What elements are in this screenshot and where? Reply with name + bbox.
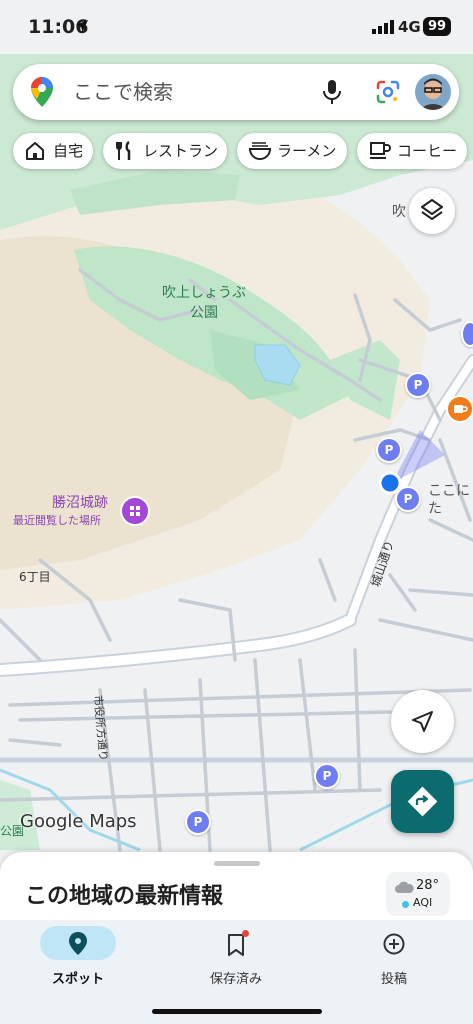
layers-button[interactable] bbox=[409, 188, 455, 234]
home-indicator bbox=[152, 1009, 322, 1014]
google-lens-icon[interactable] bbox=[375, 79, 401, 105]
directions-icon bbox=[407, 786, 438, 817]
coffee-icon bbox=[370, 142, 391, 159]
parking-pin[interactable]: P bbox=[405, 372, 431, 398]
map-label-castle-ruin[interactable]: 勝沼城跡 bbox=[52, 492, 108, 512]
home-icon bbox=[26, 142, 44, 160]
nav-explore-label: スポット bbox=[51, 972, 104, 987]
my-location-button[interactable] bbox=[391, 690, 454, 753]
google-maps-pin-icon bbox=[31, 77, 53, 107]
aqi-indicator bbox=[402, 901, 409, 908]
map-label-partial-here: ここに bbox=[428, 483, 470, 499]
account-avatar[interactable] bbox=[415, 74, 451, 110]
castle-poi-icon[interactable] bbox=[120, 496, 150, 526]
nav-explore[interactable]: スポット bbox=[18, 920, 138, 990]
add-circle-icon bbox=[383, 933, 405, 955]
search-input[interactable] bbox=[71, 74, 295, 110]
nav-saved[interactable]: 保存済み bbox=[176, 920, 296, 990]
nav-saved-label: 保存済み bbox=[209, 972, 262, 987]
chip-restaurant[interactable]: レストラン bbox=[103, 133, 227, 169]
map-label-recently-viewed: 最近閲覧した場所 bbox=[13, 514, 101, 527]
network-type: 4G bbox=[398, 18, 421, 36]
nav-contribute-label: 投稿 bbox=[380, 972, 407, 987]
chip-coffee[interactable]: コーヒー bbox=[357, 133, 467, 169]
map-label-partial-here-2: た bbox=[428, 501, 442, 517]
parking-pin[interactable]: P bbox=[376, 437, 402, 463]
directions-button[interactable] bbox=[391, 770, 454, 833]
chip-ramen[interactable]: ラーメン bbox=[237, 133, 347, 169]
status-bar: 11:06 4G 99 bbox=[0, 0, 473, 54]
search-bar[interactable] bbox=[13, 64, 459, 120]
signal-icon bbox=[372, 20, 394, 34]
notification-dot bbox=[242, 930, 249, 937]
sheet-title: この地域の最新情報 bbox=[25, 884, 224, 909]
microphone-icon[interactable] bbox=[322, 79, 342, 105]
parking-pin-partial[interactable] bbox=[461, 321, 473, 347]
map-label-park[interactable]: 吹上しょうぶ 公園 bbox=[162, 283, 246, 323]
aqi-label: AQI bbox=[413, 896, 433, 909]
location-arrow-icon bbox=[76, 20, 88, 32]
explore-pin-icon bbox=[69, 932, 87, 955]
nav-contribute[interactable]: 投稿 bbox=[334, 920, 454, 990]
weather-temp: 28° bbox=[416, 878, 440, 893]
cafe-pin-icon[interactable] bbox=[446, 395, 473, 423]
map-label-district: 6丁目 bbox=[19, 570, 51, 584]
sheet-handle[interactable] bbox=[214, 861, 260, 866]
parking-pin[interactable]: P bbox=[395, 486, 421, 512]
weather-widget[interactable]: 28° AQI bbox=[386, 872, 450, 916]
bottom-sheet[interactable]: この地域の最新情報 28° AQI bbox=[0, 852, 473, 924]
layers-icon bbox=[421, 199, 443, 220]
navigation-arrow-icon bbox=[412, 711, 433, 732]
google-maps-logo: Google Maps bbox=[20, 811, 137, 832]
cloud-icon bbox=[395, 881, 414, 893]
restaurant-icon bbox=[116, 141, 131, 160]
parking-pin[interactable]: P bbox=[314, 763, 340, 789]
chip-home[interactable]: 自宅 bbox=[13, 133, 93, 169]
map-label-partial-top: 吹 bbox=[392, 204, 406, 220]
battery-icon: 99 bbox=[423, 17, 451, 36]
parking-pin[interactable]: P bbox=[185, 809, 211, 835]
bookmark-icon bbox=[228, 934, 244, 956]
ramen-icon bbox=[249, 142, 271, 160]
